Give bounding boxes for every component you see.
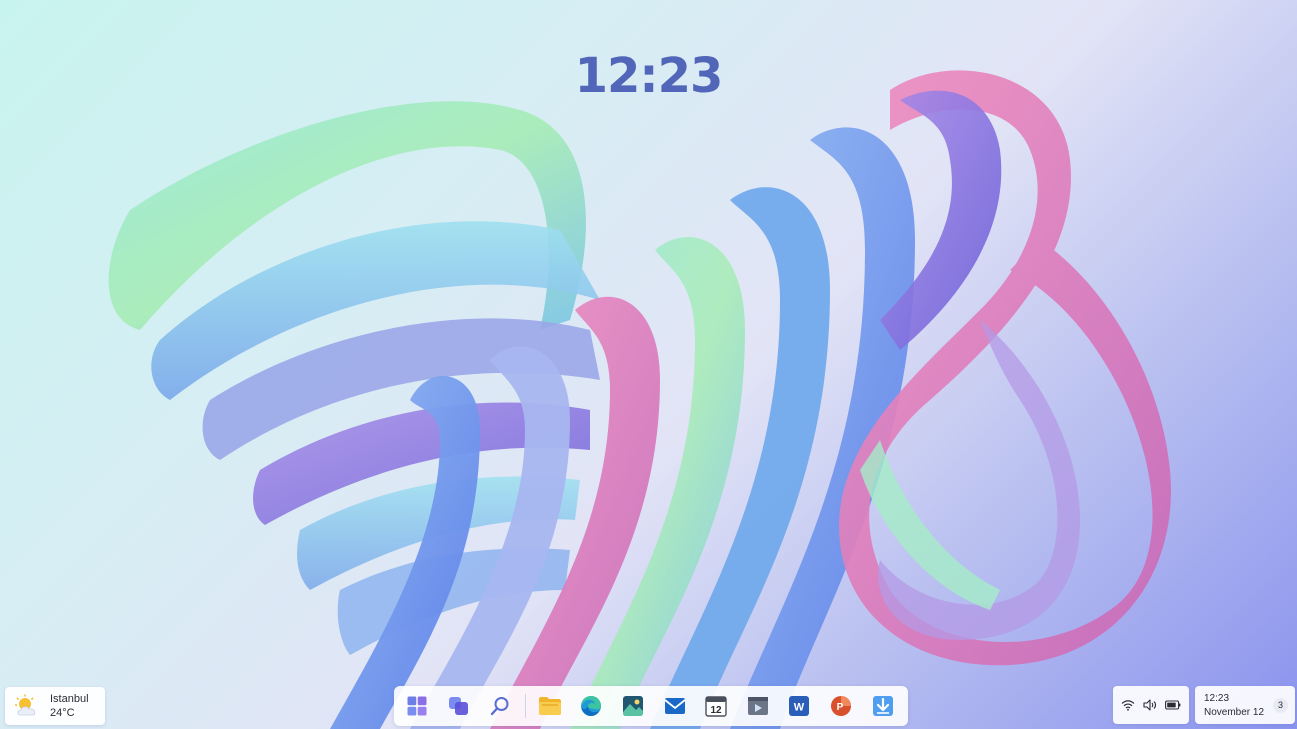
system-tray[interactable] [1113,686,1189,724]
taskbar-time: 12:23 [1204,693,1230,704]
mail-icon [664,698,686,714]
mail-button[interactable] [658,689,692,723]
weather-city: Istanbul [50,693,89,705]
partly-cloudy-icon [14,694,42,718]
powerpoint-icon: P [830,696,851,716]
media-player-icon [747,697,768,715]
desktop[interactable]: 12:23 Istanbul 24°C 12 W P 12:23 Novembe… [0,0,1297,729]
word-icon-label: W [794,702,805,714]
edge-button[interactable] [574,689,608,723]
downloads-button[interactable] [866,689,900,723]
search-button[interactable] [483,689,517,723]
taskbar-separator [524,694,526,718]
wallpaper-image [108,70,1171,729]
weather-temperature: 24°C [50,707,75,719]
media-player-button[interactable] [741,689,775,723]
file-explorer-button[interactable] [533,689,567,723]
windows-logo-icon [407,696,427,716]
task-view-button[interactable] [442,689,476,723]
taskbar-date: November 12 [1204,707,1265,718]
word-button[interactable]: W [782,689,816,723]
calendar-button[interactable]: 12 [699,689,733,723]
search-icon [490,697,509,716]
taskbar: 12 W P [394,686,908,726]
taskbar-clock[interactable]: 12:23 November 12 3 [1195,686,1295,724]
battery-icon[interactable] [1165,700,1181,710]
start-button[interactable] [400,689,434,723]
calendar-icon-label: 12 [711,705,723,716]
powerpoint-icon-label: P [837,702,844,713]
notification-badge[interactable]: 3 [1273,698,1288,713]
task-view-icon [448,697,468,715]
volume-icon[interactable] [1143,699,1157,711]
photos-button[interactable] [616,689,650,723]
weather-widget[interactable]: Istanbul 24°C [5,687,105,725]
wifi-icon[interactable] [1121,699,1135,711]
photos-icon [622,696,643,716]
download-icon [872,696,893,716]
powerpoint-button[interactable]: P [824,689,858,723]
calendar-icon: 12 [705,696,727,717]
word-icon: W [789,696,810,716]
folder-icon [538,697,561,715]
lock-clock: 12:23 [574,48,724,104]
edge-browser-icon [581,696,602,716]
